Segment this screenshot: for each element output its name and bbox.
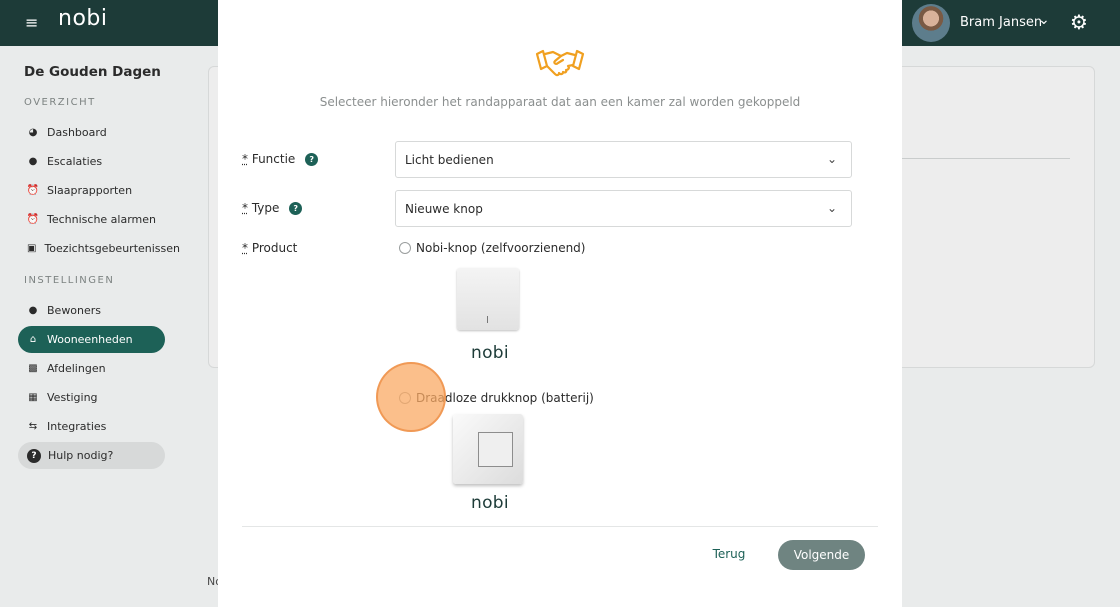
type-label: * Type ? <box>242 201 303 215</box>
sidebar-item-dashboard[interactable]: ◕ Dashboard <box>18 119 165 146</box>
user-name[interactable]: Bram Jansen <box>960 15 1042 30</box>
draadloze-drukknop-image[interactable] <box>453 414 523 484</box>
avatar[interactable] <box>912 4 950 42</box>
modal-subtitle: Selecteer hieronder het randapparaat dat… <box>319 95 801 109</box>
functie-value: Licht bedienen <box>405 152 494 167</box>
functie-label: * Functie ? <box>242 152 319 166</box>
section-overview: OVERZICHT <box>24 97 96 108</box>
gear-icon[interactable]: ⚙ <box>1070 10 1088 34</box>
product-option-label: Nobi-knop (zelfvoorzienend) <box>416 241 586 255</box>
alarm-clock-icon: ⏰ <box>26 185 40 196</box>
nobi-brand-logo: nobi <box>471 493 509 513</box>
sidebar: De Gouden Dagen OVERZICHT ◕ Dashboard ● … <box>0 46 180 607</box>
handshake-icon <box>535 49 585 77</box>
chevron-down-icon: ⌄ <box>827 201 838 215</box>
sidebar-item-slaaprapporten[interactable]: ⏰ Slaaprapporten <box>18 177 165 204</box>
help-icon[interactable]: ? <box>289 202 303 215</box>
sidebar-item-label: Afdelingen <box>47 362 106 375</box>
bulb-icon: ● <box>28 156 38 167</box>
section-settings: INSTELLINGEN <box>24 275 115 286</box>
background-divider <box>900 158 1070 159</box>
home-icon: ⌂ <box>29 334 37 345</box>
modal-footer-divider <box>242 526 878 527</box>
city-icon: ▦ <box>28 392 38 403</box>
type-select[interactable]: Nieuwe knop ⌄ <box>395 190 852 227</box>
swap-icon: ⇆ <box>28 421 38 432</box>
sidebar-item-label: Wooneenheden <box>47 333 133 346</box>
sidebar-item-technische-alarmen[interactable]: ⏰ Technische alarmen <box>18 206 165 233</box>
sidebar-item-afdelingen[interactable]: ▩ Afdelingen <box>18 355 165 382</box>
sidebar-item-label: Slaaprapporten <box>47 184 133 197</box>
sidebar-item-escalaties[interactable]: ● Escalaties <box>18 148 165 175</box>
chevron-down-icon[interactable]: ⌄ <box>1038 12 1050 28</box>
sidebar-item-label: Escalaties <box>47 155 103 168</box>
alarm-clock-icon: ⏰ <box>26 214 40 225</box>
sidebar-item-label: Toezichtsgebeurtenissen <box>44 242 180 255</box>
sidebar-item-help[interactable]: ? Hulp nodig? <box>18 442 165 469</box>
product-radio-nobi-knop[interactable] <box>399 242 411 254</box>
sidebar-item-label: Technische alarmen <box>47 213 157 226</box>
dashboard-icon: ◕ <box>28 127 38 138</box>
sidebar-item-vestiging[interactable]: ▦ Vestiging <box>18 384 165 411</box>
sidebar-item-label: Dashboard <box>47 126 107 139</box>
product-option-nobi-knop[interactable]: Nobi-knop (zelfvoorzienend) <box>399 241 585 255</box>
help-icon[interactable]: ? <box>305 153 319 166</box>
sidebar-item-integraties[interactable]: ⇆ Integraties <box>18 413 165 440</box>
sidebar-item-label: Integraties <box>47 420 107 433</box>
product-label: * Product <box>242 241 298 255</box>
monitor-icon: ▣ <box>27 243 37 254</box>
back-button[interactable]: Terug <box>706 540 752 568</box>
users-icon: ● <box>28 305 38 316</box>
functie-select[interactable]: Licht bedienen ⌄ <box>395 141 852 178</box>
sidebar-item-wooneenheden[interactable]: ⌂ Wooneenheden <box>18 326 165 353</box>
click-indicator <box>376 362 446 432</box>
question-icon: ? <box>27 448 41 463</box>
next-button[interactable]: Volgende <box>778 540 865 570</box>
nobi-knop-image[interactable] <box>457 268 519 330</box>
sidebar-item-label: Hulp nodig? <box>48 449 114 462</box>
chevron-down-icon: ⌄ <box>827 152 838 166</box>
sidebar-item-toezichtsgebeurtenissen[interactable]: ▣ Toezichtsgebeurtenissen <box>18 235 180 262</box>
add-device-modal: Selecteer hieronder het randapparaat dat… <box>218 0 902 607</box>
sidebar-item-label: Bewoners <box>47 304 102 317</box>
nobi-brand-logo: nobi <box>471 343 509 363</box>
sidebar-item-bewoners[interactable]: ● Bewoners <box>18 297 165 324</box>
nobi-logo[interactable]: nobi <box>58 6 107 31</box>
menu-icon[interactable]: ≡ <box>25 14 39 32</box>
building-icon: ▩ <box>28 363 38 374</box>
type-value: Nieuwe knop <box>405 201 483 216</box>
sidebar-item-label: Vestiging <box>47 391 98 404</box>
org-name: De Gouden Dagen <box>24 64 161 80</box>
